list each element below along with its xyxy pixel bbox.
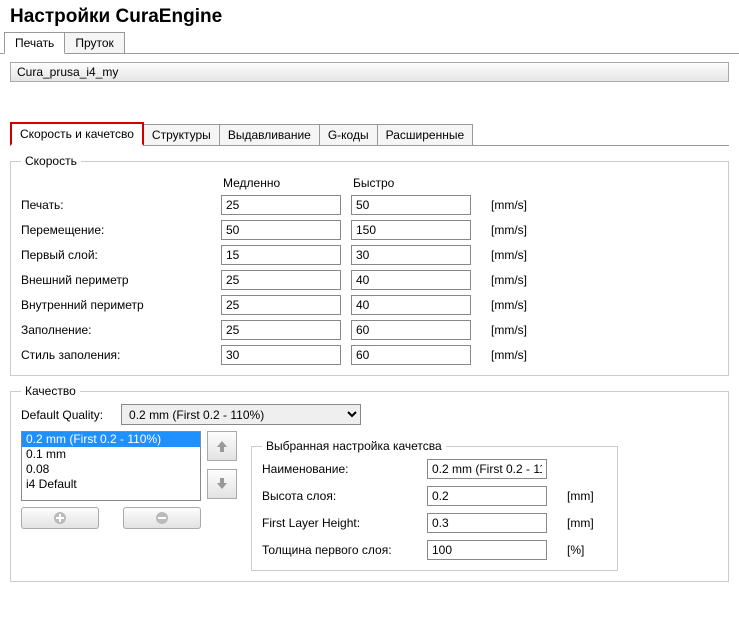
minus-icon xyxy=(155,511,169,525)
label-first: Первый слой: xyxy=(21,248,221,262)
arrow-up-icon xyxy=(215,439,229,453)
sq-layer-label: Высота слоя: xyxy=(262,489,427,503)
input-outer-fast[interactable] xyxy=(351,270,471,290)
move-up-button[interactable] xyxy=(207,431,237,461)
quality-list[interactable]: 0.2 mm (First 0.2 - 110%) 0.1 mm 0.08 i4… xyxy=(21,431,201,501)
quality-list-item[interactable]: 0.2 mm (First 0.2 - 110%) xyxy=(22,432,200,447)
move-down-button[interactable] xyxy=(207,469,237,499)
input-infill-fast[interactable] xyxy=(351,320,471,340)
input-inner-fast[interactable] xyxy=(351,295,471,315)
unit-outer: [mm/s] xyxy=(491,273,551,287)
quality-list-item[interactable]: i4 Default xyxy=(22,477,200,492)
quality-list-item[interactable]: 0.1 mm xyxy=(22,447,200,462)
input-move-slow[interactable] xyxy=(221,220,341,240)
label-print: Печать: xyxy=(21,198,221,212)
input-infill-slow[interactable] xyxy=(221,320,341,340)
label-outer-perim: Внешний периметр xyxy=(21,273,221,287)
unit-infill: [mm/s] xyxy=(491,323,551,337)
unit-infillstyle: [mm/s] xyxy=(491,348,551,362)
main-tabs: Печать Пруток xyxy=(0,32,739,54)
subtab-extrusion[interactable]: Выдавливание xyxy=(219,124,320,145)
quality-list-item[interactable]: 0.08 xyxy=(22,462,200,477)
unit-move: [mm/s] xyxy=(491,223,551,237)
input-first-slow[interactable] xyxy=(221,245,341,265)
plus-icon xyxy=(53,511,67,525)
label-move: Перемещение: xyxy=(21,223,221,237)
quality-legend: Качество xyxy=(21,384,80,398)
sq-layer-unit: [mm] xyxy=(567,489,607,503)
selected-quality-fieldset: Выбранная настройка качетсва Наименовани… xyxy=(251,439,618,571)
input-move-fast[interactable] xyxy=(351,220,471,240)
input-outer-slow[interactable] xyxy=(221,270,341,290)
unit-print: [mm/s] xyxy=(491,198,551,212)
tab-filament[interactable]: Пруток xyxy=(64,32,124,53)
selected-quality-legend: Выбранная настройка качетсва xyxy=(262,439,446,453)
sq-layer-input[interactable] xyxy=(427,486,547,506)
sq-name-input[interactable] xyxy=(427,459,547,479)
input-infillstyle-fast[interactable] xyxy=(351,345,471,365)
label-infill-style: Стиль заполения: xyxy=(21,348,221,362)
sq-firstthick-unit: [%] xyxy=(567,543,607,557)
label-infill: Заполнение: xyxy=(21,323,221,337)
speed-fieldset: Скорость Медленно Быстро Печать: [mm/s] … xyxy=(10,154,729,376)
sub-tabs: Скорость и качетсво Структуры Выдавливан… xyxy=(10,122,729,146)
sq-firstlayer-unit: [mm] xyxy=(567,516,607,530)
sq-firstthick-label: Толщина первого слоя: xyxy=(262,543,427,557)
subtab-speed-quality[interactable]: Скорость и качетсво xyxy=(10,122,144,146)
quality-fieldset: Качество Default Quality: 0.2 mm (First … xyxy=(10,384,729,582)
profile-combo[interactable]: Cura_prusa_i4_my xyxy=(10,62,729,82)
speed-header-slow: Медленно xyxy=(221,176,341,190)
add-quality-button[interactable] xyxy=(21,507,99,529)
sq-firstlayer-input[interactable] xyxy=(427,513,547,533)
window-title: Настройки CuraEngine xyxy=(0,0,739,32)
unit-first: [mm/s] xyxy=(491,248,551,262)
arrow-down-icon xyxy=(215,477,229,491)
sq-firstlayer-label: First Layer Height: xyxy=(262,516,427,530)
default-quality-label: Default Quality: xyxy=(21,408,103,422)
subtab-structures[interactable]: Структуры xyxy=(143,124,220,145)
input-infillstyle-slow[interactable] xyxy=(221,345,341,365)
unit-inner: [mm/s] xyxy=(491,298,551,312)
subtab-advanced[interactable]: Расширенные xyxy=(377,124,474,145)
input-print-slow[interactable] xyxy=(221,195,341,215)
input-first-fast[interactable] xyxy=(351,245,471,265)
label-inner-perim: Внутренний периметр xyxy=(21,298,221,312)
input-inner-slow[interactable] xyxy=(221,295,341,315)
default-quality-select[interactable]: 0.2 mm (First 0.2 - 110%) xyxy=(121,404,361,425)
tab-print[interactable]: Печать xyxy=(4,32,65,54)
input-print-fast[interactable] xyxy=(351,195,471,215)
sq-firstthick-input[interactable] xyxy=(427,540,547,560)
sq-name-label: Наименование: xyxy=(262,462,427,476)
remove-quality-button[interactable] xyxy=(123,507,201,529)
subtab-gcodes[interactable]: G-коды xyxy=(319,124,378,145)
speed-legend: Скорость xyxy=(21,154,81,168)
speed-header-fast: Быстро xyxy=(351,176,471,190)
